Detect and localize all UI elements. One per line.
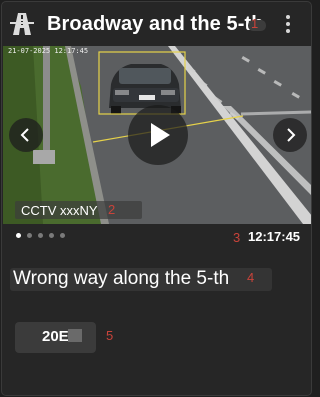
chevron-left-icon: [20, 128, 29, 142]
play-button[interactable]: [128, 105, 188, 165]
event-title: Wrong way along the 5-th: [13, 268, 230, 289]
play-icon: [151, 123, 170, 147]
license-plate-text: 20E: [42, 328, 69, 345]
carousel-dot[interactable]: [16, 233, 21, 238]
page-title: Broadway and the 5-th: [47, 13, 264, 35]
annotation-marker: 1: [251, 16, 259, 31]
carousel-dot[interactable]: [38, 233, 43, 238]
carousel-dot[interactable]: [27, 233, 32, 238]
previous-button[interactable]: [9, 118, 43, 152]
card-header: Broadway and the 5-th 1: [2, 2, 311, 47]
carousel-dot[interactable]: [49, 233, 54, 238]
camera-view[interactable]: 21-07-2025 12:17:45 CCTV xxxNY 2: [3, 46, 311, 224]
camera-timestamp: 21-07-2025 12:17:45: [8, 47, 89, 55]
more-vertical-icon[interactable]: [278, 12, 298, 38]
next-button[interactable]: [273, 118, 307, 152]
detected-vehicle: [109, 64, 181, 114]
redacted-block: [68, 329, 82, 342]
chevron-right-icon: [287, 128, 296, 142]
annotation-marker: 3: [233, 230, 241, 245]
event-card: Broadway and the 5-th 1 21-07-2025 12:17…: [1, 1, 312, 396]
annotation-marker: 5: [106, 328, 114, 343]
highway-icon: [10, 13, 34, 35]
annotation-marker: 2: [108, 202, 116, 217]
carousel-dot[interactable]: [60, 233, 65, 238]
annotation-marker: 4: [247, 270, 255, 285]
camera-label: CCTV xxxNY: [21, 203, 98, 218]
event-time: 12:17:45: [248, 229, 301, 244]
